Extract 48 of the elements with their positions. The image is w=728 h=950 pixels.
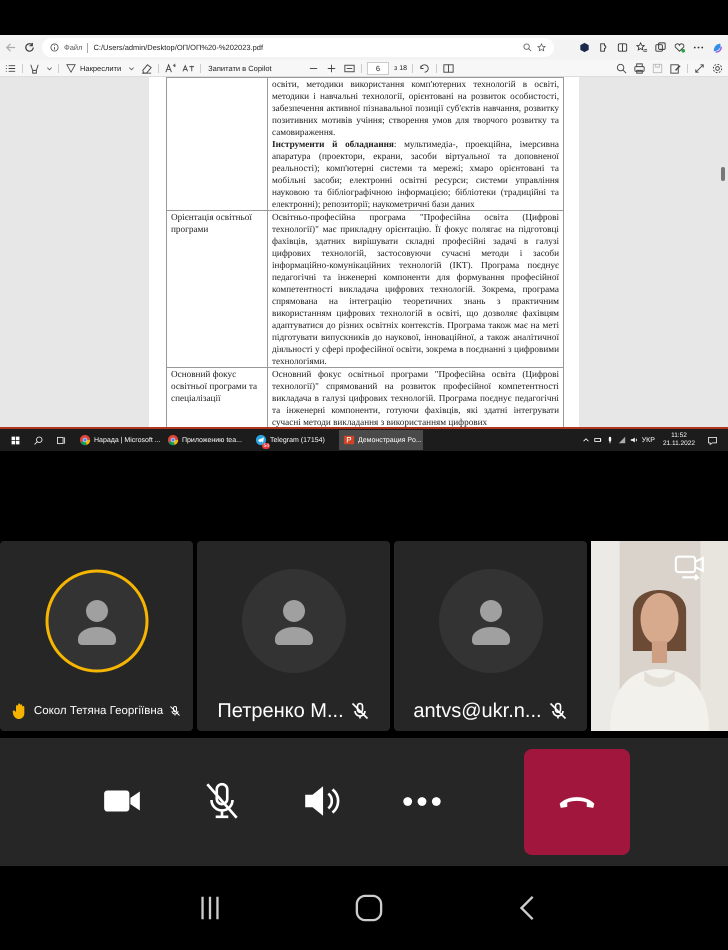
triangle-icon	[66, 63, 76, 73]
caret-icon[interactable]	[128, 64, 136, 72]
rotate-icon[interactable]	[418, 62, 431, 74]
fullscreen-icon[interactable]	[693, 62, 706, 74]
read-aloud-icon[interactable]	[164, 62, 178, 74]
more-icon	[402, 796, 442, 806]
search-icon[interactable]	[615, 62, 628, 74]
task-view-icon[interactable]	[56, 434, 67, 446]
heart-icon[interactable]	[673, 41, 686, 54]
cell-paragraph: Освітньо-професійна програма "Професійна освіта (Цифрові технології)" має прикладну орієнтацію. Її фокус полягає на підготовці фахівців, здатних вирішувати складні професійні задачі в галузі цифрових технологій, застосовуючи сучасні методи і засоби інформаційно-комунікаційних технологій (ІКТ). Програма поєднує педагогічні та інженерні компоненти для формування професійної компетентності викладача цифрових технологій. Зокрема, програма спрямована на інтеграцію теоретичних знань з практичним використанням цифрових технологій в освіті, що дозволяє фахівцям адаптуватися до різних освітніх контекстів. Програма також має на меті підготувати випускників до наукової, інноваційної, а також аналітичної діяльності у сфері професійної освіти, зокрема в поєднанні з цифровими технологіями.	[272, 211, 559, 367]
reload-icon[interactable]	[23, 41, 36, 54]
eraser-icon[interactable]	[140, 62, 154, 74]
page-view-icon[interactable]	[442, 62, 455, 74]
participant-name: Сокол Тетяна Георгіївна	[34, 705, 164, 717]
highlighter-icon[interactable]	[28, 62, 41, 74]
copilot-icon[interactable]	[711, 41, 724, 54]
print-icon[interactable]	[633, 62, 646, 74]
favorites-icon[interactable]	[635, 41, 648, 54]
hexagon-icon[interactable]	[578, 41, 591, 54]
row-label: Основний фокус освітньої програми та спеціалізації	[171, 369, 258, 403]
chevron-up-icon[interactable]	[582, 436, 590, 444]
powerpoint-icon	[343, 434, 355, 446]
caret-icon[interactable]	[46, 64, 53, 72]
star-icon[interactable]	[537, 43, 546, 52]
telegram-icon	[255, 434, 267, 446]
cell-paragraph: освіти, методики використання комп'ютерних технологій в освіті, методики і навчальні технології, орієнтовані на розвиток особистості, забезпечення активної пізнавальної позиції суб'єктів навчання, розвитку позитивних мотивів учіння; створення умов для творчого розвитку та самовираження.	[272, 78, 559, 138]
search-icon[interactable]	[33, 434, 44, 446]
notification-icon[interactable]	[707, 434, 718, 446]
participant-name: Петренко М...	[217, 700, 344, 722]
wifi-icon[interactable]	[618, 436, 626, 444]
participant-name: antvs@ukr.n...	[413, 700, 542, 722]
translate-icon[interactable]	[182, 62, 196, 74]
phone-icon	[558, 796, 596, 808]
zoom-icon[interactable]	[523, 43, 532, 52]
home-icon[interactable]	[354, 894, 383, 922]
chrome-icon	[79, 434, 91, 446]
row-label: Орієнтація освітньої програми	[171, 212, 252, 234]
split-screen-icon[interactable]	[616, 41, 629, 54]
chrome-icon	[167, 434, 179, 446]
info-icon	[50, 43, 59, 52]
edit-icon[interactable]	[669, 62, 682, 74]
collections-icon[interactable]	[654, 41, 667, 54]
windows-icon[interactable]	[10, 434, 21, 446]
cell-paragraph: Інструменти й обладнання: мультимедіа-, проекційна, імерсивна апаратура (проектори, екрани, засоби віртуальної та доповненої реальності); комп'ютерні системи та мережі; хмаро орієнтовані та мобільні засоби; електронні освітні ресурси; системи управління науковою та бібліографічною інформацією; бібліотеки (традиційні та електронні); репозиторії; наукометричні бази даних	[272, 138, 559, 210]
settings-icon[interactable]	[711, 62, 724, 74]
battery-icon[interactable]	[594, 436, 602, 444]
speaker-icon[interactable]	[630, 436, 638, 444]
cell-paragraph: Основний фокус освітньої програми "Професійна освіта (Цифрові технології)" спрямований на розвиток професійної компетентності викладача в галузі цифрових технологій. Програма поєднує педагогічні та інженерні компоненти, готуючи фахівців, які здатні інтегрувати сучасні методи викладання з використанням цифрових	[272, 368, 559, 427]
